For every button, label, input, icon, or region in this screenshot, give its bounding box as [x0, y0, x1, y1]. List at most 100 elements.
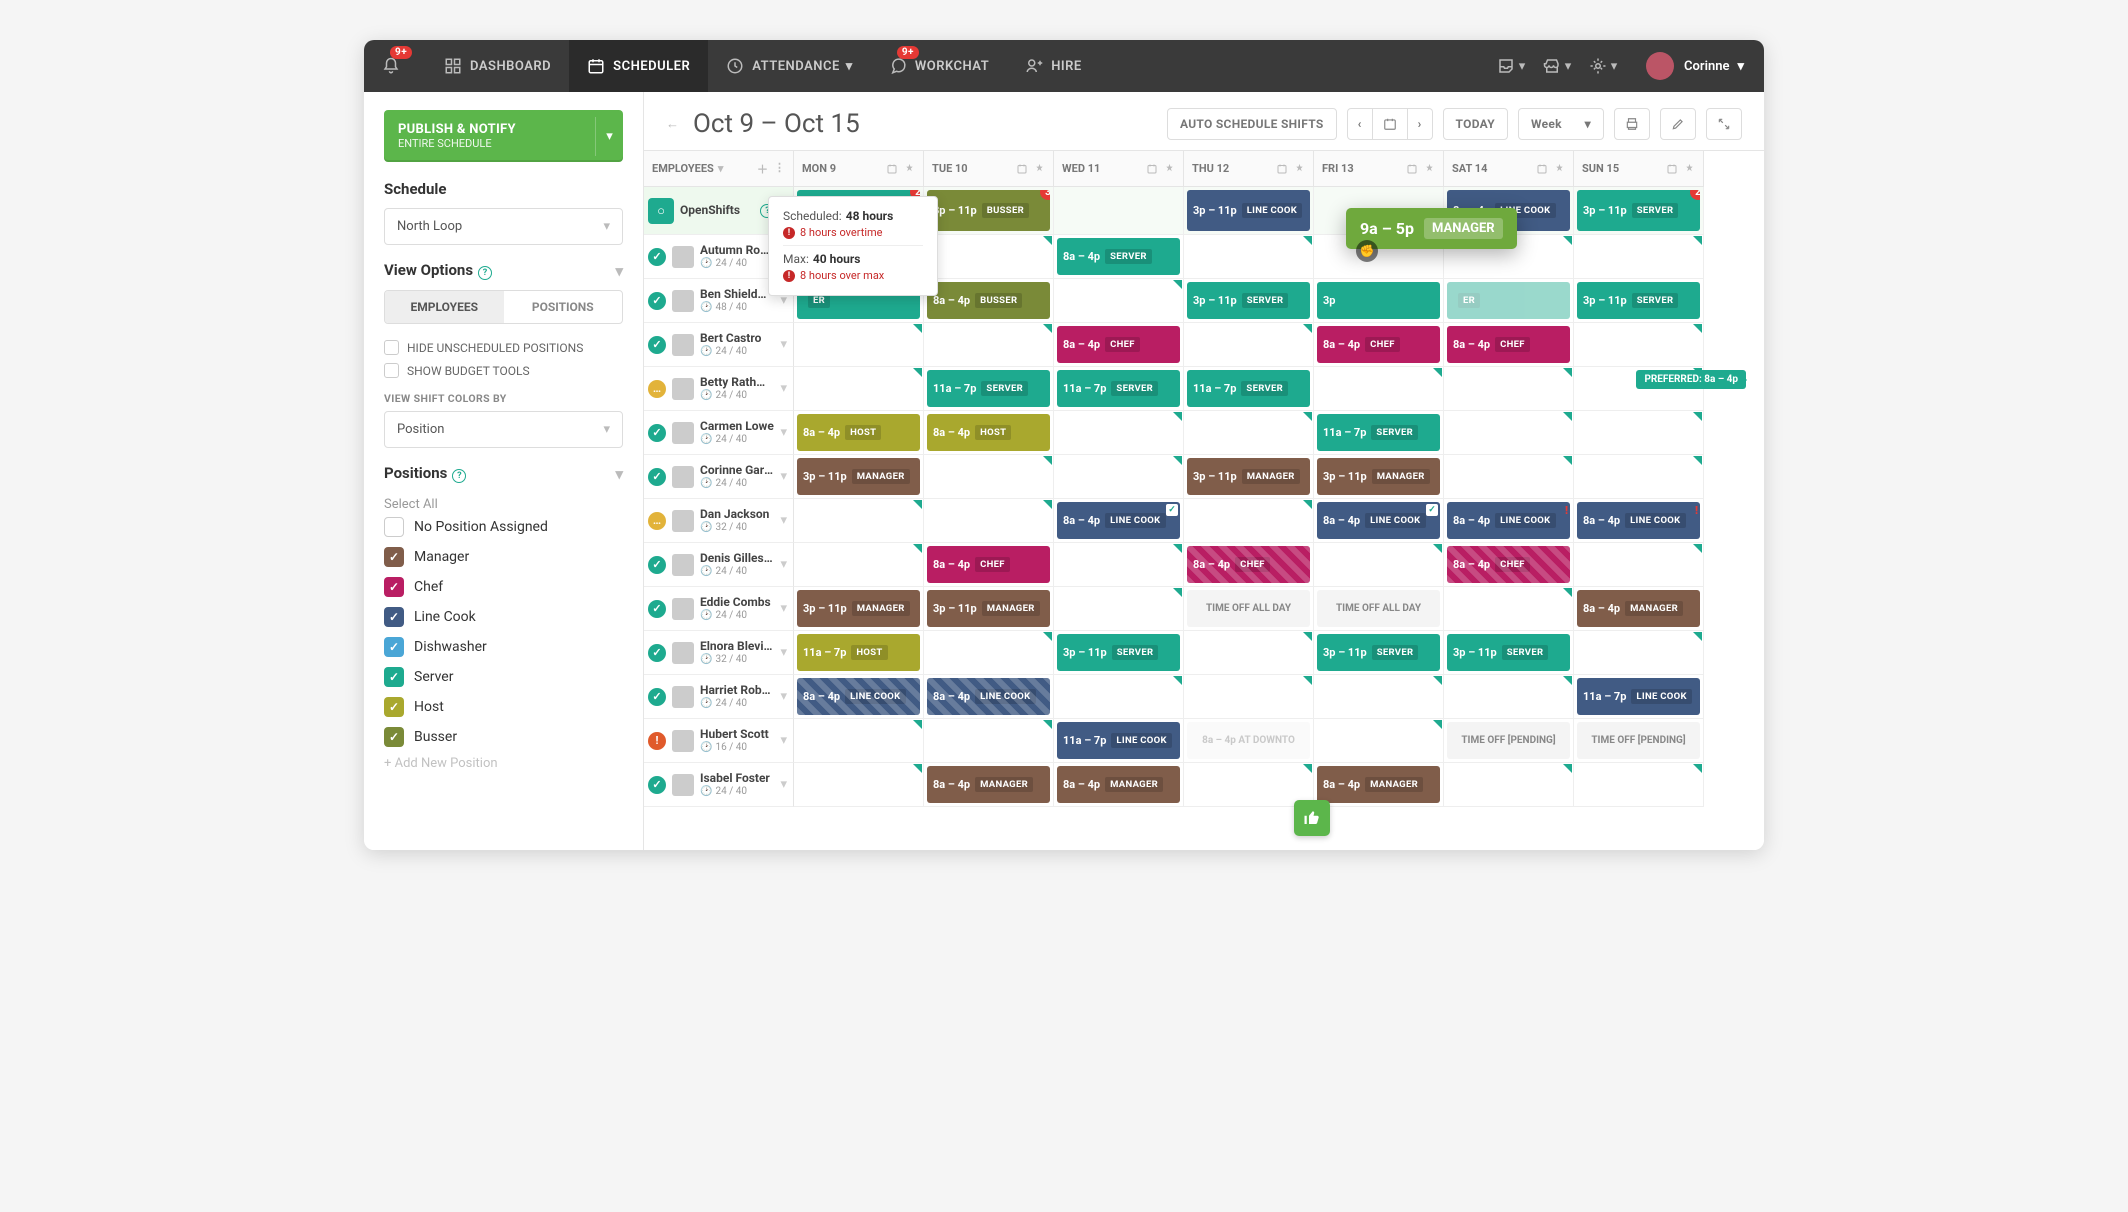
shift-cell[interactable]: 8a – 4pLINE COOK! [1574, 499, 1704, 543]
shift-block[interactable]: 3p – 11pMANAGER [1317, 458, 1440, 495]
shift-cell[interactable]: TIME OFF ALL DAY [1314, 587, 1444, 631]
shift-cell[interactable] [1184, 631, 1314, 675]
publish-button[interactable]: PUBLISH & NOTIFY ENTIRE SCHEDULE ▾ [384, 110, 623, 162]
shift-cell[interactable] [1314, 367, 1444, 411]
shift-block[interactable]: 11a – 7pSERVER [1317, 414, 1440, 451]
shift-block[interactable]: 8a – 4pLINE COOK✓ [1057, 502, 1180, 539]
position-server[interactable]: ✓Server [384, 662, 623, 692]
shift-cell[interactable] [924, 235, 1054, 279]
employee-row-head[interactable]: ✓ Isabel Foster 🕑24 / 40 ▾ [644, 763, 794, 807]
shift-cell[interactable]: 3p – 11pSERVER [1314, 631, 1444, 675]
nav-store[interactable]: ▾ [1534, 40, 1580, 92]
shift-cell[interactable]: 8a – 4pCHEF [924, 543, 1054, 587]
shift-cell[interactable]: 11a – 7pSERVER [1054, 367, 1184, 411]
shift-cell[interactable] [1314, 675, 1444, 719]
shift-cell[interactable] [1444, 763, 1574, 807]
copy-day-icon[interactable] [886, 163, 898, 175]
shift-cell[interactable] [794, 719, 924, 763]
nav-hire[interactable]: HIRE [1007, 40, 1100, 92]
copy-day-icon[interactable] [1666, 163, 1678, 175]
publish-expand[interactable]: ▾ [595, 117, 623, 156]
shift-cell[interactable] [1444, 411, 1574, 455]
approve-fab[interactable] [1294, 800, 1330, 836]
shift-block[interactable]: 8a – 4pSERVER [1057, 238, 1180, 275]
copy-day-icon[interactable] [1276, 163, 1288, 175]
shift-cell[interactable]: 8a – 4pLINE COOK [794, 675, 924, 719]
shift-cell[interactable]: 3p – 11pMANAGER [924, 587, 1054, 631]
openshift[interactable]: 3p – 11pBUSSER3 [927, 190, 1050, 231]
pin-icon[interactable] [1164, 163, 1175, 175]
shift-cell[interactable]: TIME OFF [PENDING] [1574, 719, 1704, 763]
shift-cell[interactable]: 11a – 7pLINE COOK [1054, 719, 1184, 763]
schedule-select[interactable]: North Loop ▾ [384, 208, 623, 245]
view-select[interactable]: Week▾ [1518, 108, 1604, 140]
employee-row-head[interactable]: … Dan Jackson 🕑32 / 40 ▾ [644, 499, 794, 543]
position-chef[interactable]: ✓Chef [384, 572, 623, 602]
employee-row-head[interactable]: ✓ Elnora Blevins 🕑32 / 40 ▾ [644, 631, 794, 675]
day-header[interactable]: SUN 15 [1574, 151, 1704, 187]
shift-block[interactable]: 8a – 4pLINE COOK! [1577, 502, 1700, 539]
shift-block[interactable]: 3p [1317, 282, 1440, 319]
shift-block[interactable]: 3p – 11pSERVER [1187, 282, 1310, 319]
shift-block[interactable]: 8a – 4pCHEF [927, 546, 1050, 583]
shift-cell[interactable] [1444, 675, 1574, 719]
shift-cell[interactable] [924, 719, 1054, 763]
shift-cell[interactable] [794, 763, 924, 807]
shift-cell[interactable]: 3p – 11pMANAGER [794, 587, 924, 631]
colors-by-select[interactable]: Position ▾ [384, 411, 623, 448]
shift-cell[interactable]: 8a – 4pLINE COOK✓ [1054, 499, 1184, 543]
shift-cell[interactable]: 3p – 11pSERVER [1184, 279, 1314, 323]
select-all-link[interactable]: Select All [384, 493, 623, 512]
employee-row-head[interactable]: ✓ Bert Castro 🕑24 / 40 ▾ [644, 323, 794, 367]
timeoff-block[interactable]: TIME OFF ALL DAY [1317, 590, 1440, 627]
shift-cell[interactable]: 8a – 4pLINE COOK [924, 675, 1054, 719]
shift-block[interactable]: 8a – 4pMANAGER [1057, 766, 1180, 803]
help-icon[interactable]: ? [478, 266, 492, 280]
shift-cell[interactable] [924, 499, 1054, 543]
shift-block[interactable]: 11a – 7pSERVER [1057, 370, 1180, 407]
nav-notifications[interactable]: 9+ [364, 40, 426, 92]
position-no-position-assigned[interactable]: No Position Assigned [384, 512, 623, 542]
shift-cell[interactable] [1054, 279, 1184, 323]
shift-cell[interactable] [1054, 675, 1184, 719]
positions-heading[interactable]: Positions? ▾ [384, 464, 623, 483]
shift-block[interactable]: 11a – 7pSERVER [927, 370, 1050, 407]
openshift[interactable]: 3p – 11pLINE COOK [1187, 190, 1310, 231]
pin-icon[interactable] [1684, 163, 1695, 175]
shift-block[interactable]: 3p – 11pSERVER [1057, 634, 1180, 671]
tab-employees[interactable]: EMPLOYEES [385, 291, 504, 323]
nav-settings[interactable]: ▾ [1580, 40, 1626, 92]
shift-cell[interactable] [1574, 235, 1704, 279]
shift-cell[interactable] [1574, 543, 1704, 587]
shift-cell[interactable]: 8a – 4pCHEF [1054, 323, 1184, 367]
back-arrow-icon[interactable]: ← [666, 116, 679, 132]
copy-day-icon[interactable] [1536, 163, 1548, 175]
shift-cell[interactable]: 11a – 7pSERVER [1184, 367, 1314, 411]
shift-cell[interactable]: 8a – 4pLINE COOK✓ [1314, 499, 1444, 543]
shift-cell[interactable]: 8a – 4pBUSSER [924, 279, 1054, 323]
openshift-cell[interactable] [1054, 187, 1184, 235]
shift-cell[interactable] [1444, 367, 1574, 411]
auto-schedule-button[interactable]: AUTO SCHEDULE SHIFTS [1167, 108, 1337, 140]
day-header[interactable]: WED 11 [1054, 151, 1184, 187]
shift-cell[interactable] [1184, 763, 1314, 807]
copy-day-icon[interactable] [1146, 163, 1158, 175]
copy-day-icon[interactable] [1406, 163, 1418, 175]
print-button[interactable] [1614, 108, 1650, 140]
shift-block[interactable]: 8a – 4pLINE COOK [927, 678, 1050, 715]
timeoff-block[interactable]: 8a – 4p AT DOWNTO [1187, 722, 1310, 759]
col-employees[interactable]: EMPLOYEES▾＋⋮ [644, 151, 794, 187]
shift-cell[interactable]: 11a – 7pLINE COOK [1574, 675, 1704, 719]
employee-row-head[interactable]: ✓ Harriet Roberts 🕑24 / 40 ▾ [644, 675, 794, 719]
shift-block[interactable]: 11a – 7pLINE COOK [1057, 722, 1180, 759]
add-icon[interactable]: ＋ [757, 161, 768, 177]
shift-block[interactable]: 8a – 4pLINE COOK! [1447, 502, 1570, 539]
shift-cell[interactable] [1054, 587, 1184, 631]
shift-block[interactable]: 11a – 7pLINE COOK [1577, 678, 1700, 715]
shift-cell[interactable]: 11a – 7pSERVER [1314, 411, 1444, 455]
shift-block[interactable]: 8a – 4pHOST [797, 414, 920, 451]
shift-cell[interactable] [1314, 543, 1444, 587]
shift-cell[interactable]: 8a – 4pMANAGER [924, 763, 1054, 807]
shift-cell[interactable] [1054, 411, 1184, 455]
shift-cell[interactable] [794, 543, 924, 587]
